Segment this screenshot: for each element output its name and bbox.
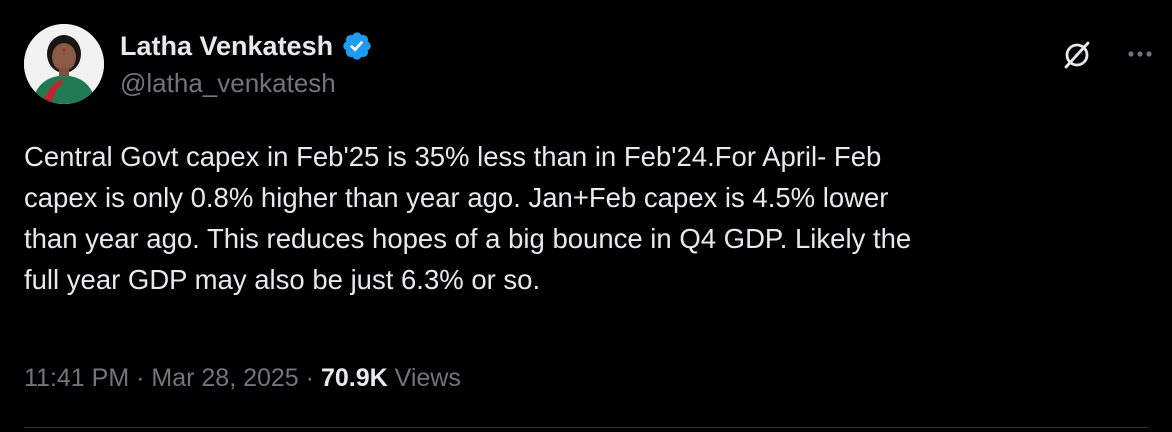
more-options-button[interactable] [1122,36,1158,72]
author-handle[interactable]: @latha_venkatesh [120,68,336,99]
author-name-row: Latha Venkatesh [120,26,373,66]
views-count: 70.9K [320,364,388,392]
tweet-time: 11:41 PM [24,364,130,392]
tweet-timestamp-link[interactable]: 11:41 PM · Mar 28, 2025 [24,364,299,392]
more-horizontal-icon [1128,51,1152,57]
meta-separator: · [305,364,314,392]
tweet-date: Mar 28, 2025 [151,364,299,392]
avatar[interactable] [24,24,104,104]
tweet-text: Central Govt capex in Feb'25 is 35% less… [24,141,912,295]
avatar-image [24,24,104,104]
grok-slash-icon [1064,41,1090,69]
views-link[interactable]: 70.9K Views [321,364,461,392]
meta-separator: · [136,364,145,392]
divider [24,427,1148,428]
grok-button[interactable] [1058,36,1096,74]
tweet-metadata: 11:41 PM · Mar 28, 2025 · 70.9K Views [24,360,461,396]
tweet-card: Latha Venkatesh @latha_venkatesh Central… [0,0,1172,432]
views-label: Views [394,364,461,392]
verified-badge-icon[interactable] [341,30,373,62]
author-display-name[interactable]: Latha Venkatesh [120,31,333,62]
